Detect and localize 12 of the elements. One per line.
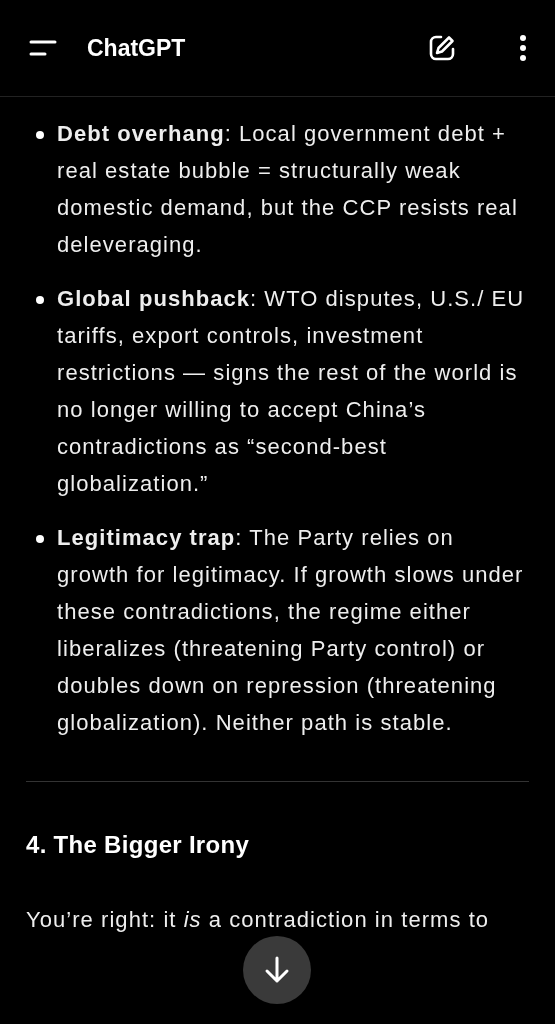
edit-icon[interactable] — [427, 33, 457, 63]
bullet-text: Global pushback: WTO disputes, U.S./ EU tariffs, export controls, investment restrictions — signs the rest of the world is no longer willing to accept China’s contradictions as “second-best globalization.” — [57, 285, 526, 498]
bullet-text: Legitimacy trap: The Party relies on growth for legitimacy. If growth slows under these contradictions, the regime either liberalizes (threatening Party control) or doubles down on repression (threatening globalization). Neither path is stable. — [57, 524, 525, 737]
bullet-text: Debt overhang: Local government debt + real estate bubble = structurally weak domestic demand, but the CCP resists real deleveraging. — [57, 120, 519, 259]
menu-icon[interactable] — [29, 40, 57, 56]
paragraph: You’re right: it is a contradiction in terms to — [26, 906, 491, 934]
bullet-icon — [36, 535, 44, 543]
more-options-icon[interactable] — [519, 34, 527, 62]
section-heading: 4. The Bigger Irony — [26, 830, 251, 860]
bullet-icon — [36, 131, 44, 139]
bullet-icon — [36, 296, 44, 304]
app-title: ChatGPT — [87, 34, 186, 62]
